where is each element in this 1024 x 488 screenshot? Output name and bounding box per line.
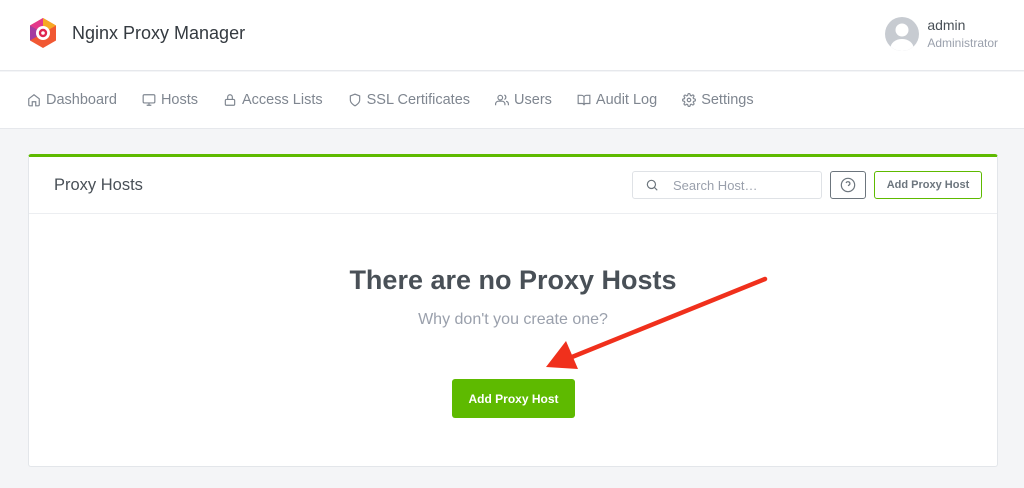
add-proxy-host-header-button[interactable]: Add Proxy Host	[874, 171, 982, 199]
nav-item-hosts[interactable]: Hosts	[142, 92, 198, 108]
monitor-icon	[142, 94, 156, 106]
lock-icon	[224, 94, 236, 106]
users-icon	[495, 94, 510, 106]
top-header: Nginx Proxy Manager admin Administrator	[0, 0, 1024, 71]
nav-item-label: Settings	[701, 92, 754, 108]
empty-state-subtitle: Why don't you create one?	[418, 311, 608, 328]
nav-item-settings[interactable]: Settings	[682, 92, 754, 108]
nav-item-dashboard[interactable]: Dashboard	[27, 92, 117, 108]
home-icon	[28, 94, 40, 107]
nav-item-label: Audit Log	[595, 92, 658, 108]
proxy-hosts-card: Proxy Hosts Add Proxy Host There are no …	[28, 154, 998, 467]
help-button[interactable]	[830, 171, 866, 199]
nav-item-audit-log[interactable]: Audit Log	[577, 92, 657, 108]
nav-item-label: SSL Certificates	[366, 92, 471, 108]
search-box[interactable]	[632, 171, 822, 199]
empty-state-title: There are no Proxy Hosts	[349, 265, 677, 295]
gear-icon	[682, 93, 697, 107]
main-nav: Dashboard Hosts Access Lists SSL Certifi…	[0, 72, 1024, 129]
user-name: admin	[927, 17, 966, 33]
nav-item-users[interactable]: Users	[495, 92, 552, 108]
nav-item-label: Access Lists	[242, 92, 323, 108]
search-icon	[646, 179, 658, 191]
avatar	[885, 17, 920, 51]
user-role: Administrator	[927, 36, 998, 50]
nav-item-access-lists[interactable]: Access Lists	[223, 92, 323, 108]
nav-item-label: Dashboard	[46, 92, 117, 108]
shield-icon	[349, 93, 360, 107]
nav-item-ssl-certificates[interactable]: SSL Certificates	[348, 92, 470, 108]
app-logo-icon	[30, 18, 56, 48]
help-circle-icon	[840, 177, 856, 193]
card-header: Proxy Hosts Add Proxy Host	[29, 157, 997, 214]
brand-title: Nginx Proxy Manager	[72, 22, 246, 43]
add-proxy-host-button[interactable]: Add Proxy Host	[452, 379, 575, 418]
book-icon	[577, 94, 591, 106]
user-menu[interactable]: admin Administrator	[885, 16, 998, 52]
brand[interactable]: Nginx Proxy Manager	[28, 17, 245, 49]
user-avatar-icon	[890, 23, 914, 51]
nav-item-label: Hosts	[160, 92, 199, 108]
card-title: Proxy Hosts	[54, 176, 143, 194]
nav-item-label: Users	[514, 92, 552, 108]
search-input[interactable]	[673, 177, 813, 193]
